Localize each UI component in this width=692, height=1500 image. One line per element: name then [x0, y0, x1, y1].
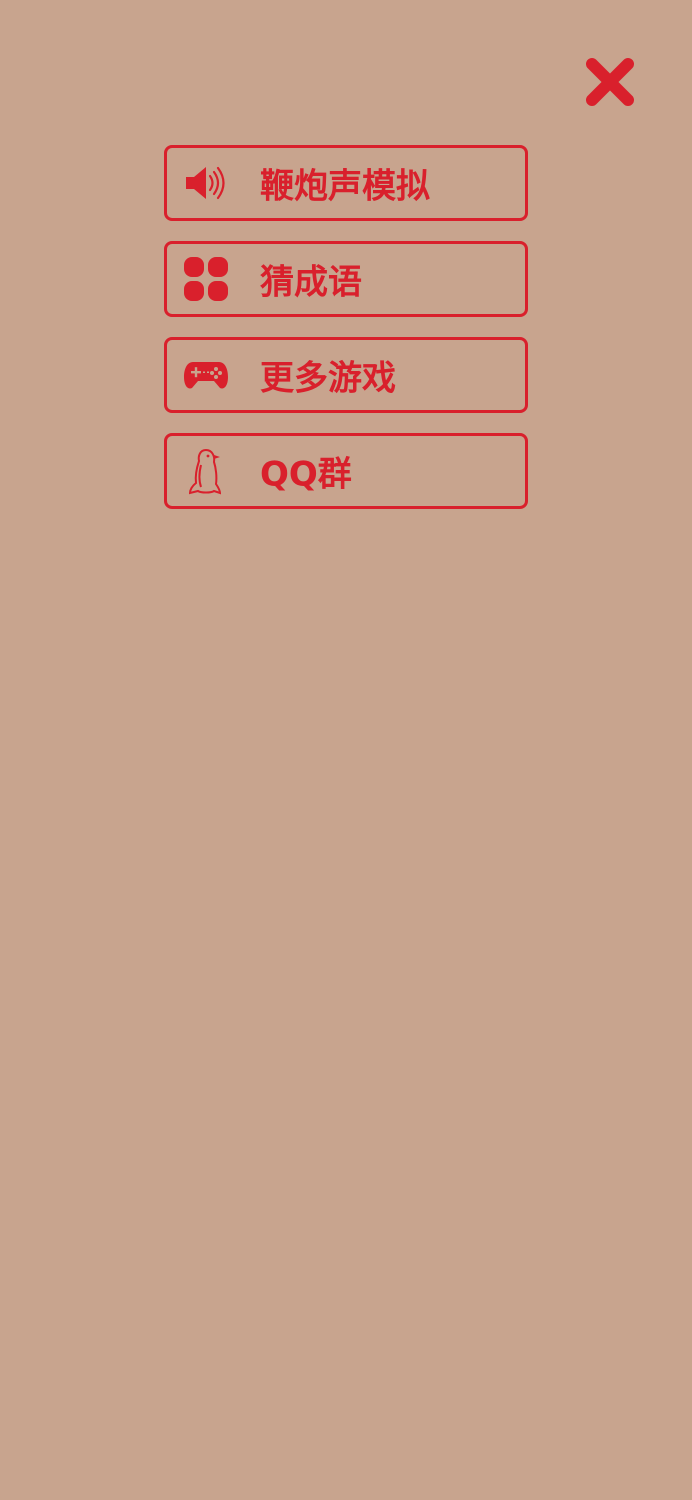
gamepad-icon — [182, 351, 230, 399]
menu-item-label: QQ群 — [260, 454, 352, 495]
close-icon — [586, 58, 634, 106]
close-button[interactable] — [582, 54, 638, 110]
menu-item-more-games[interactable]: 更多游戏 — [164, 337, 528, 413]
menu-item-firecracker-sound[interactable]: 鞭炮声模拟 — [164, 145, 528, 221]
menu-item-guess-idiom[interactable]: 猜成语 — [164, 241, 528, 317]
menu-item-label: 猜成语 — [260, 262, 362, 303]
menu-item-label: 更多游戏 — [260, 358, 396, 399]
penguin-icon — [182, 447, 230, 495]
speaker-icon — [182, 159, 230, 207]
menu-item-qq-group[interactable]: QQ群 — [164, 433, 528, 509]
menu-item-label: 鞭炮声模拟 — [260, 166, 430, 207]
grid-dots-icon — [182, 255, 230, 303]
menu-list: 鞭炮声模拟 猜成语 更多游戏 QQ群 — [164, 145, 528, 529]
